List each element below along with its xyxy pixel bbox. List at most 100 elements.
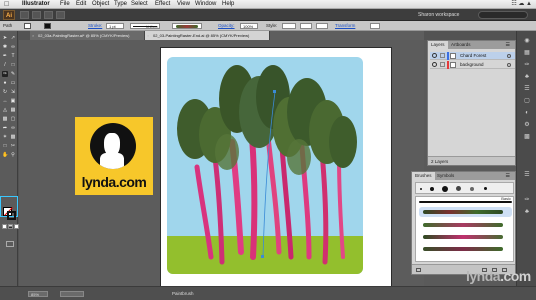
width-tool-icon[interactable]: ↔ [2,98,8,104]
brush-item[interactable] [419,221,512,229]
scale-tool-icon[interactable]: ⇲ [10,89,16,95]
brushes-dock-icon[interactable]: ✑ [522,196,532,205]
brush-dot[interactable] [430,187,434,191]
stroke-swatch[interactable] [44,23,51,29]
arrange-documents-icon[interactable] [44,11,53,19]
artboard[interactable] [160,47,392,286]
artboard-navigation[interactable] [60,291,84,297]
lock-icon[interactable] [440,53,445,58]
close-tab-icon[interactable]: × [147,31,149,40]
basic-brush[interactable] [419,201,512,203]
gpu-icon[interactable] [56,11,65,19]
panel-menu-icon[interactable]: ☰ [503,172,513,180]
lasso-tool-icon[interactable]: ∞ [10,44,16,50]
gradient-panel-icon[interactable]: ▢ [522,97,532,106]
menu-type[interactable]: Type [114,0,127,9]
gradient-tool-icon[interactable]: ▢ [10,116,16,122]
zoom-field[interactable]: 85% [28,291,48,297]
perspective-grid-tool-icon[interactable]: ▦ [10,107,16,113]
opacity-field[interactable]: 100% [240,23,258,29]
document-tab-active[interactable]: × 02_03-PaintingRaster-End.ai @ 85% (CMY… [145,31,270,40]
visibility-icon[interactable] [432,53,437,58]
menu-view[interactable]: View [177,0,190,9]
stock-icon[interactable] [32,11,41,19]
stroke-panel-icon[interactable]: ☰ [522,85,532,94]
brushes-panel-icon[interactable]: ✑ [522,61,532,70]
screen-mode-icon[interactable] [6,241,14,247]
app-menu-name[interactable]: Illustrator [22,0,50,9]
brush-definition[interactable] [172,23,202,29]
graphic-styles-panel-icon[interactable]: ▩ [522,133,532,142]
selection-tool-icon[interactable]: ➤ [2,35,8,41]
line-tool-icon[interactable]: / [2,62,8,68]
apple-icon[interactable]:  [4,0,9,9]
search-field[interactable] [478,11,528,19]
stroke-icon[interactable] [7,211,16,220]
bridge-icon[interactable] [20,11,29,19]
color-panel-icon[interactable]: ◉ [522,37,532,46]
brush-dot[interactable] [442,186,448,192]
mesh-tool-icon[interactable]: ▩ [2,116,8,122]
fill-swatch[interactable] [24,23,31,29]
layer-name[interactable]: Chard Forest [460,52,486,60]
pen-tool-icon[interactable]: ✒ [2,53,8,59]
menu-file[interactable]: File [60,0,70,9]
brush-libraries-icon[interactable] [416,268,421,272]
eraser-tool-icon[interactable]: ▭ [10,80,16,86]
type-tool-icon[interactable]: T [10,53,16,59]
gradient-mode-button[interactable] [8,224,13,229]
color-mode-button[interactable] [2,224,7,229]
brush-dot[interactable] [456,186,461,191]
target-icon[interactable] [507,54,511,58]
symbols-panel-icon[interactable]: ♣ [522,73,532,82]
close-tab-icon[interactable]: × [32,31,34,40]
menu-object[interactable]: Object [92,0,109,9]
magic-wand-tool-icon[interactable]: ✱ [2,44,8,50]
layers-dock-icon[interactable]: ☰ [522,171,532,180]
brush-dot[interactable] [420,188,422,190]
brush-dot[interactable] [470,187,474,191]
brush-item[interactable] [419,245,512,253]
symbol-sprayer-tool-icon[interactable]: ✶ [2,134,8,140]
transform-link[interactable]: Transform [335,21,355,31]
zoom-tool-icon[interactable]: ⚲ [10,152,16,158]
shape-builder-tool-icon[interactable]: ◬ [2,107,8,113]
layer-row[interactable]: Chard Forest [430,52,515,60]
stroke-weight-field[interactable]: 1 pt [106,23,124,29]
artboard-tool-icon[interactable]: □ [2,143,8,149]
direct-selection-tool-icon[interactable]: ↗ [10,35,16,41]
panel-menu-icon[interactable]: ☰ [503,41,513,49]
stroke-label[interactable]: Stroke: [88,21,102,31]
visibility-icon[interactable] [432,62,437,67]
lock-icon[interactable] [440,62,445,67]
layer-row[interactable]: background [430,61,515,69]
eyedropper-tool-icon[interactable]: ➦ [2,125,8,131]
rotate-tool-icon[interactable]: ↻ [2,89,8,95]
menu-help[interactable]: Help [222,0,234,9]
blob-brush-tool-icon[interactable]: ● [2,80,8,86]
slice-tool-icon[interactable]: ✂ [10,143,16,149]
target-icon[interactable] [507,63,511,67]
menu-window[interactable]: Window [195,0,216,9]
fill-stroke-widget[interactable] [3,207,17,221]
chard-forest-art[interactable] [167,57,363,274]
document-tab[interactable]: × 02_03a-PaintingRaster.ai* @ 85% (CMYK/… [30,31,145,40]
align-button[interactable] [316,23,328,29]
pencil-tool-icon[interactable]: ✎ [10,71,16,77]
menu-edit[interactable]: Edit [76,0,86,9]
paintbrush-tool-icon[interactable]: ✑ [2,71,8,77]
workspace-switcher[interactable]: Sharon workspace [418,12,459,18]
variable-width-profile[interactable]: Uniform [130,23,160,29]
tab-layers[interactable]: Layers [428,41,448,49]
transparency-panel-icon[interactable]: ◐ [522,109,532,118]
appearance-panel-icon[interactable]: ⚙ [522,121,532,130]
free-transform-tool-icon[interactable]: ▣ [10,98,16,104]
tab-symbols[interactable]: Symbols [434,172,457,180]
brush-item[interactable] [419,233,512,241]
rectangle-tool-icon[interactable]: □ [10,62,16,68]
menu-select[interactable]: Select [131,0,148,9]
menu-effect[interactable]: Effect [155,0,170,9]
hand-tool-icon[interactable]: ✋ [2,152,8,158]
graph-tool-icon[interactable]: ▩ [10,134,16,140]
layer-name[interactable]: background [460,61,484,69]
